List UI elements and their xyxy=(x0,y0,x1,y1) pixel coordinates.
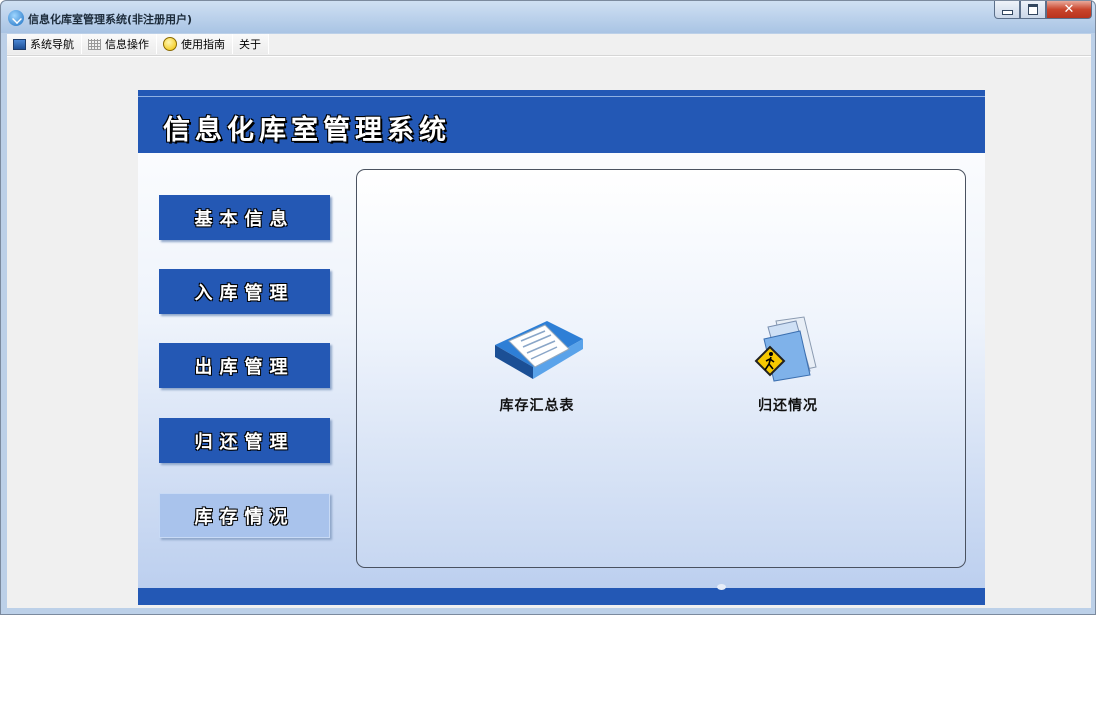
close-icon: ✕ xyxy=(1063,1,1075,17)
close-button[interactable]: ✕ xyxy=(1046,1,1092,19)
page-title: 信息化库室管理系统 xyxy=(163,115,451,146)
nav-button-inventory[interactable]: 库存情况 xyxy=(159,493,330,538)
smiley-icon xyxy=(163,37,177,51)
folder-walker-icon xyxy=(754,316,817,382)
title-bar[interactable]: 信息化库室管理系统(非注册用户) ✕ xyxy=(1,1,1095,33)
restore-button[interactable] xyxy=(1020,1,1046,19)
client-area: 系统导航 信息操作 使用指南 关于 信息化库室管理系统 基本信息 入库管理 出库… xyxy=(7,34,1091,608)
tile-return-status[interactable]: 归还情况 xyxy=(733,315,843,415)
app-window: 信息化库室管理系统(非注册用户) ✕ 系统导航 信息操作 使用指南 关于 信息化… xyxy=(0,0,1096,615)
content-area: 信息化库室管理系统 基本信息 入库管理 出库管理 归还管理 库存情况 库存汇总表… xyxy=(7,56,1091,608)
content-box: 库存汇总表 归还情况 xyxy=(356,169,966,568)
panel-header: 信息化库室管理系统 xyxy=(138,90,985,153)
menu-item-label: 系统导航 xyxy=(30,38,74,51)
app-logo-icon[interactable] xyxy=(8,10,24,26)
book-icon xyxy=(495,321,583,379)
menu-item-about[interactable]: 关于 xyxy=(233,34,269,54)
restore-icon xyxy=(1028,4,1038,15)
nav-button-return[interactable]: 归还管理 xyxy=(159,418,330,463)
minimize-button[interactable] xyxy=(994,1,1020,19)
nav-button-basic-info[interactable]: 基本信息 xyxy=(159,195,330,240)
menu-item-label: 使用指南 xyxy=(181,38,225,51)
nav-button-inbound[interactable]: 入库管理 xyxy=(159,269,330,314)
panel-footer xyxy=(138,584,985,605)
tile-inventory-summary[interactable]: 库存汇总表 xyxy=(482,315,592,415)
window-controls: ✕ xyxy=(994,1,1092,21)
main-panel: 信息化库室管理系统 基本信息 入库管理 出库管理 归还管理 库存情况 库存汇总表… xyxy=(138,90,985,605)
tile-label: 库存汇总表 xyxy=(499,398,575,414)
window-title: 信息化库室管理系统(非注册用户) xyxy=(28,13,193,26)
grid-icon xyxy=(88,38,101,50)
minimize-icon xyxy=(1001,10,1013,15)
footer-dot xyxy=(717,584,726,590)
menu-bar: 系统导航 信息操作 使用指南 关于 xyxy=(7,34,1091,56)
nav-button-outbound[interactable]: 出库管理 xyxy=(159,343,330,388)
menu-item-guide[interactable]: 使用指南 xyxy=(157,34,233,54)
menu-item-info-ops[interactable]: 信息操作 xyxy=(82,34,157,54)
menu-item-system-nav[interactable]: 系统导航 xyxy=(7,34,82,54)
menu-item-label: 关于 xyxy=(239,38,261,51)
menu-item-label: 信息操作 xyxy=(105,38,149,51)
monitor-icon xyxy=(13,38,26,50)
tile-label: 归还情况 xyxy=(758,398,818,414)
